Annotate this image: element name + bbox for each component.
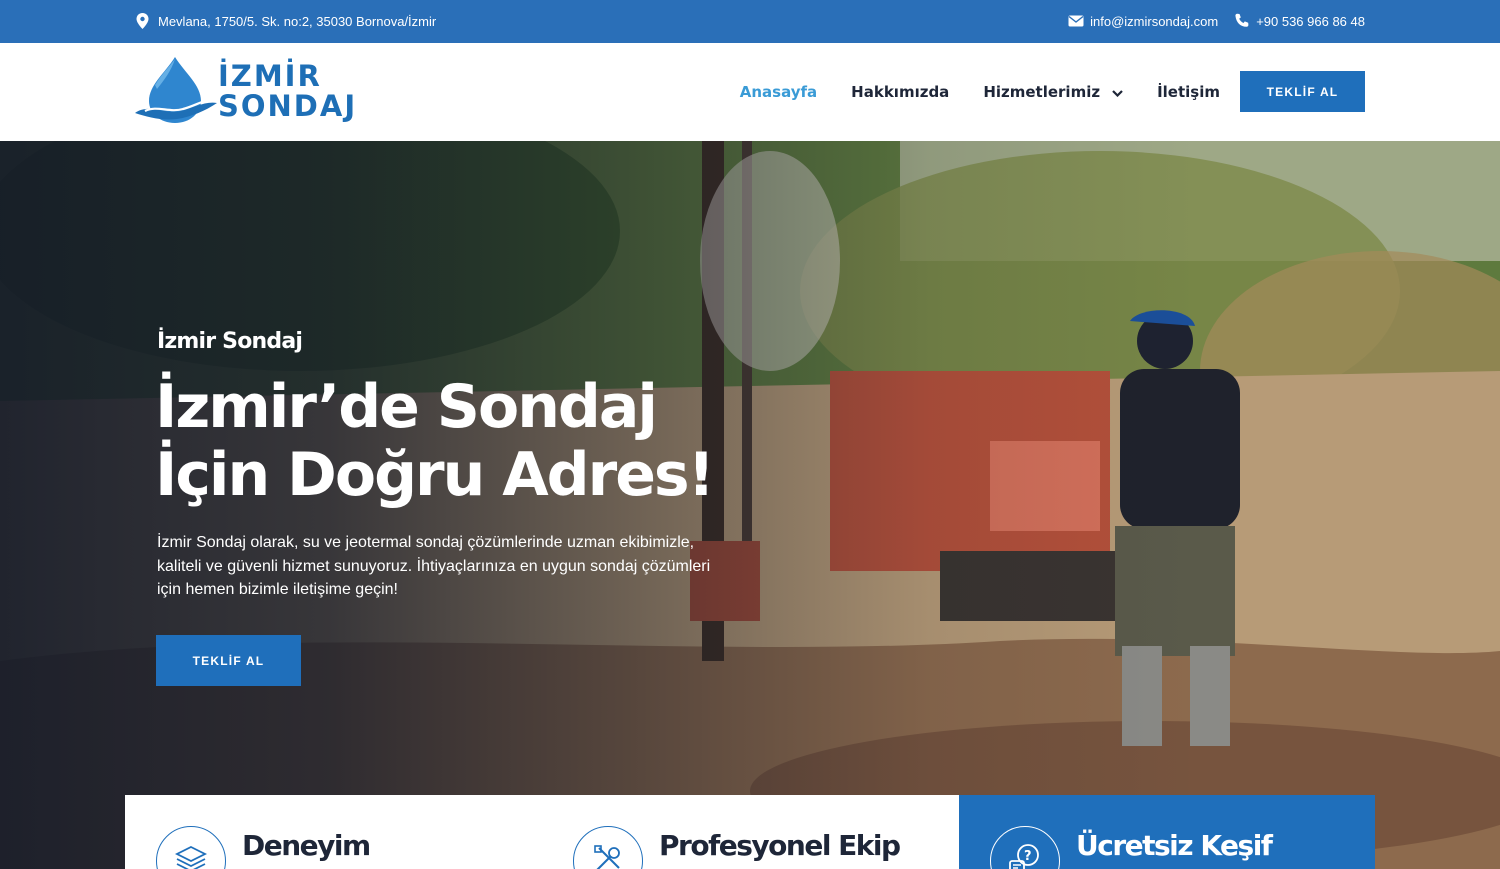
feature-icon-circle: ? xyxy=(990,826,1060,869)
water-drop-logo-icon xyxy=(135,55,219,132)
address-text: Mevlana, 1750/5. Sk. no:2, 35030 Bornova… xyxy=(158,13,437,29)
hero-description: İzmir Sondaj olarak, su ve jeotermal son… xyxy=(157,534,711,598)
phone-link[interactable]: +90 536 966 86 48 xyxy=(1234,13,1365,29)
question-chat-icon: ? xyxy=(1007,841,1043,869)
logo-line2: SONDAJ xyxy=(218,89,358,123)
layers-icon xyxy=(174,842,208,869)
hero-section: İzmir Sondaj İzmir’de Sondaj İçin Doğru … xyxy=(0,141,1500,869)
nav-hizmetlerimiz[interactable]: Hizmetlerimiz xyxy=(983,83,1123,101)
header-quote-button[interactable]: TEKLİF AL xyxy=(1240,71,1365,112)
top-bar: Mevlana, 1750/5. Sk. no:2, 35030 Bornova… xyxy=(0,0,1500,43)
feature-card-deneyim: Deneyim xyxy=(125,795,542,869)
nav-hakkimizda[interactable]: Hakkımızda xyxy=(851,83,949,101)
hero-title: İzmir’de Sondaj İçin Doğru Adres! xyxy=(155,373,775,509)
phone-icon xyxy=(1234,13,1250,29)
hero-title-line2: İçin Doğru Adres! xyxy=(155,440,715,510)
email-link[interactable]: info@izmirsondaj.com xyxy=(1068,14,1218,29)
main-nav: Anasayfa Hakkımızda Hizmetlerimiz İletiş… xyxy=(740,71,1365,112)
phone-text[interactable]: +90 536 966 86 48 xyxy=(1256,14,1365,29)
envelope-icon xyxy=(1068,15,1084,27)
nav-hizmetlerimiz-label: Hizmetlerimiz xyxy=(983,82,1101,101)
hero-quote-button[interactable]: TEKLİF AL xyxy=(156,635,301,686)
feature-card-profesyonel-ekip: Profesyonel Ekip xyxy=(542,795,959,869)
feature-card-ucretsiz-kesif: ? Ücretsiz Keşif xyxy=(959,795,1375,869)
tools-icon xyxy=(591,842,625,869)
feature-title: Profesyonel Ekip xyxy=(659,829,901,862)
chevron-down-icon xyxy=(1112,83,1123,101)
logo-line1: İZMİR xyxy=(218,59,322,93)
nav-anasayfa[interactable]: Anasayfa xyxy=(740,83,817,101)
hero-kicker: İzmir Sondaj xyxy=(157,329,303,354)
nav-iletisim[interactable]: İletişim xyxy=(1157,83,1220,101)
site-logo[interactable]: İZMİR SONDAJ xyxy=(135,55,375,132)
email-text[interactable]: info@izmirsondaj.com xyxy=(1090,14,1218,29)
feature-icon-circle xyxy=(156,826,226,869)
main-header: İZMİR SONDAJ Anasayfa Hakkımızda Hizmetl… xyxy=(0,43,1500,141)
address-info: Mevlana, 1750/5. Sk. no:2, 35030 Bornova… xyxy=(136,13,436,29)
feature-title: Ücretsiz Keşif xyxy=(1076,829,1273,862)
location-pin-icon xyxy=(136,13,149,29)
svg-text:?: ? xyxy=(1024,849,1032,864)
feature-icon-circle xyxy=(573,826,643,869)
logo-text: İZMİR SONDAJ xyxy=(218,61,357,121)
hero-title-line1: İzmir’de Sondaj xyxy=(155,372,658,442)
feature-title: Deneyim xyxy=(242,829,371,862)
feature-strip: Deneyim Profesyonel Ekip ? Ücretsiz Keşi… xyxy=(125,795,1375,869)
